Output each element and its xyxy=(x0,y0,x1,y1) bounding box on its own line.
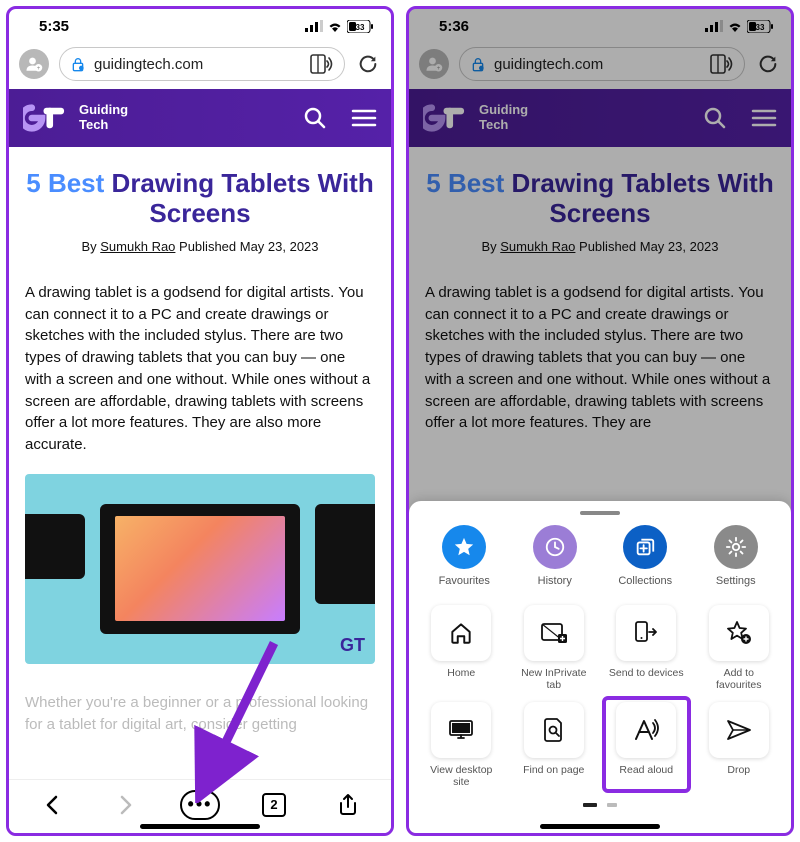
page-dot-active xyxy=(583,803,597,807)
article-title: 5 Best Drawing Tablets With Screens xyxy=(25,169,375,229)
phone-screenshot-right: 5:36 33 + guidingtech.com Guiding Tech xyxy=(406,6,794,836)
article-continuation-faded: Whether you're a beginner or a professio… xyxy=(9,674,391,736)
home-tile[interactable]: Home xyxy=(419,605,504,692)
read-aloud-icon xyxy=(632,717,660,743)
history-shortcut[interactable]: History xyxy=(515,525,595,587)
article-hero-image: GT xyxy=(25,474,375,664)
share-button[interactable] xyxy=(328,785,368,825)
find-page-icon xyxy=(542,717,566,743)
star-icon xyxy=(453,536,475,558)
lock-icon xyxy=(70,55,86,73)
person-add-icon: + xyxy=(25,55,43,73)
drop-tile[interactable]: Drop xyxy=(697,702,782,789)
browser-urlbar-row: + guidingtech.com xyxy=(9,43,391,89)
clock-icon xyxy=(544,536,566,558)
svg-text:33: 33 xyxy=(356,23,365,32)
view-desktop-site-tile[interactable]: View desktop site xyxy=(419,702,504,789)
sheet-actions-grid: Home New InPrivate tab Send to devices A… xyxy=(419,605,781,789)
home-indicator[interactable] xyxy=(140,824,260,829)
wifi-icon xyxy=(327,20,343,32)
desktop-icon xyxy=(447,718,475,742)
profile-button[interactable]: + xyxy=(19,49,49,79)
share-icon xyxy=(338,793,358,817)
more-menu-button[interactable]: ••• xyxy=(180,785,220,825)
inprivate-icon xyxy=(540,621,568,645)
home-indicator[interactable] xyxy=(540,824,660,829)
tab-count-badge: 2 xyxy=(262,793,286,817)
chevron-right-icon xyxy=(118,795,134,815)
add-to-favourites-tile[interactable]: Add to favourites xyxy=(697,605,782,692)
site-logo[interactable] xyxy=(23,102,67,134)
star-add-icon xyxy=(725,620,753,646)
status-indicators: 33 xyxy=(305,20,373,33)
battery-icon: 33 xyxy=(347,20,373,33)
read-aloud-tile[interactable]: Read aloud xyxy=(604,702,689,789)
article-content: 5 Best Drawing Tablets With Screens By S… xyxy=(9,147,391,674)
back-button[interactable] xyxy=(32,785,72,825)
url-text: guidingtech.com xyxy=(94,56,302,73)
send-to-devices-tile[interactable]: Send to devices xyxy=(604,605,689,692)
tabs-button[interactable]: 2 xyxy=(254,785,294,825)
refresh-icon xyxy=(357,53,379,75)
status-time: 5:35 xyxy=(39,18,69,35)
forward-button[interactable] xyxy=(106,785,146,825)
cellular-icon xyxy=(305,20,323,32)
bottom-sheet-menu: Favourites History Collections Settings … xyxy=(409,501,791,833)
collections-shortcut[interactable]: Collections xyxy=(605,525,685,587)
search-icon[interactable] xyxy=(303,106,327,130)
site-header: Guiding Tech xyxy=(9,89,391,147)
author-link[interactable]: Sumukh Rao xyxy=(100,239,175,254)
status-bar: 5:35 33 xyxy=(9,9,391,43)
reader-listen-icon[interactable] xyxy=(310,54,334,74)
hamburger-menu-icon[interactable] xyxy=(351,106,377,130)
home-icon xyxy=(448,620,474,646)
phone-screenshot-left: 5:35 33 + guidingtech.com Guiding Tech xyxy=(6,6,394,836)
find-on-page-tile[interactable]: Find on page xyxy=(512,702,597,789)
sheet-shortcuts-row: Favourites History Collections Settings xyxy=(419,525,781,587)
sheet-grabber[interactable] xyxy=(580,511,620,515)
refresh-button[interactable] xyxy=(355,53,381,75)
chevron-left-icon xyxy=(44,795,60,815)
favourites-shortcut[interactable]: Favourites xyxy=(424,525,504,587)
gear-icon xyxy=(725,536,747,558)
new-inprivate-tile[interactable]: New InPrivate tab xyxy=(512,605,597,692)
article-byline: By Sumukh Rao Published May 23, 2023 xyxy=(25,239,375,254)
url-bar[interactable]: guidingtech.com xyxy=(59,47,345,81)
article-body: A drawing tablet is a godsend for digita… xyxy=(25,282,375,456)
page-dot xyxy=(607,803,617,807)
ellipsis-icon: ••• xyxy=(180,790,220,820)
send-devices-icon xyxy=(633,620,659,646)
svg-text:+: + xyxy=(37,66,41,72)
site-title: Guiding Tech xyxy=(79,103,128,133)
collections-icon xyxy=(634,536,656,558)
send-icon xyxy=(726,718,752,742)
sheet-page-indicator xyxy=(419,803,781,807)
settings-shortcut[interactable]: Settings xyxy=(696,525,776,587)
